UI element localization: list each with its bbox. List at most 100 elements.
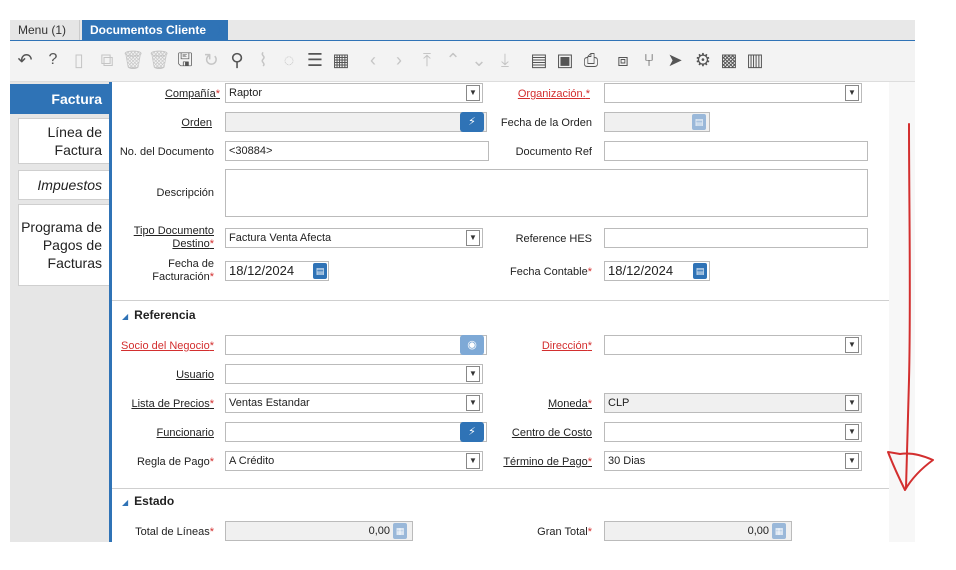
bpartner-info-icon[interactable]: ◉ (460, 335, 484, 355)
compania-field[interactable]: Raptor (225, 83, 483, 103)
tab-documentos-cliente[interactable]: Documentos Cliente ╳ (82, 20, 228, 40)
delete-selection-icon[interactable]: 🗑 (146, 47, 172, 73)
chevron-down-icon[interactable]: ▼ (845, 337, 859, 353)
orden-field[interactable] (225, 112, 487, 132)
regla-pago-field[interactable]: A Crédito (225, 451, 483, 471)
section-divider (112, 488, 889, 489)
next-record-icon[interactable]: › (386, 47, 412, 73)
calendar-icon[interactable]: ▦ (328, 47, 354, 73)
fecha-contable-label: Fecha Contable* (510, 266, 592, 278)
termino-pago-label: Término de Pago* (503, 456, 592, 468)
chevron-down-icon[interactable]: ▼ (466, 366, 480, 382)
tab-factura[interactable]: Factura (10, 84, 110, 114)
descripcion-field[interactable] (225, 169, 868, 217)
tab-linea-factura[interactable]: Línea de Factura (18, 118, 110, 164)
chevron-down-icon[interactable]: ▼ (466, 230, 480, 246)
lista-precios-label: Lista de Precios* (131, 398, 214, 410)
previous-record-icon[interactable]: ‹ (360, 47, 386, 73)
first-record-icon[interactable]: ⤒ (414, 47, 440, 73)
calculator-icon[interactable]: ▦ (772, 523, 786, 539)
print-icon[interactable]: ⎙ (578, 47, 604, 73)
tipo-documento-label: Tipo Documento Destino* (133, 225, 214, 250)
no-documento-label: No. del Documento (119, 146, 214, 158)
undo-icon[interactable]: ↶ (12, 47, 38, 73)
delete-icon[interactable]: 🗑 (120, 47, 146, 73)
fecha-facturacion-label: Fecha de Facturación* (152, 258, 214, 283)
attachment-icon[interactable]: ⌇ (250, 47, 276, 73)
refresh-icon[interactable]: ↻ (198, 47, 224, 73)
termino-pago-field[interactable]: 30 Dias (604, 451, 862, 471)
search-icon[interactable]: ⚲ (224, 47, 250, 73)
chevron-down-icon[interactable]: ▼ (466, 85, 480, 101)
total-lineas-label: Total de Líneas* (135, 526, 214, 538)
chevron-down-icon[interactable]: ▼ (845, 395, 859, 411)
usuario-field[interactable] (225, 364, 483, 384)
no-documento-field[interactable]: <30884> (225, 141, 489, 161)
zoom-across-icon[interactable]: ⧈ (610, 47, 636, 73)
process-icon[interactable]: ⚙ (690, 47, 716, 73)
last-record-icon[interactable]: ⤓ (492, 47, 518, 73)
chevron-down-icon[interactable]: ▼ (845, 453, 859, 469)
lista-precios-field[interactable]: Ventas Estandar (225, 393, 483, 413)
centro-costo-label: Centro de Costo (511, 427, 592, 439)
calendar-icon[interactable]: ▤ (693, 263, 707, 279)
orden-label: Orden (181, 117, 212, 129)
moneda-field[interactable]: CLP (604, 393, 862, 413)
calendar-icon[interactable]: ▤ (692, 114, 706, 130)
moneda-label: Moneda* (547, 398, 592, 410)
direccion-label: Dirección* (541, 340, 592, 352)
calculator-icon[interactable]: ▦ (393, 523, 407, 539)
chevron-down-icon[interactable]: ▼ (845, 424, 859, 440)
report-icon[interactable]: ▤ (526, 47, 552, 73)
tab-menu[interactable]: Menu (1) (10, 20, 80, 40)
usuario-label: Usuario (176, 369, 214, 381)
reference-hes-field[interactable] (604, 228, 868, 248)
notes-icon[interactable]: ▥ (742, 47, 768, 73)
detail-record-icon[interactable]: ⌄ (466, 47, 492, 73)
grid-toggle-icon[interactable]: ☰ (302, 47, 328, 73)
tab-programa-pagos[interactable]: Programa de Pagos de Facturas (18, 204, 110, 286)
documento-ref-field[interactable] (604, 141, 868, 161)
funcionario-label: Funcionario (156, 427, 214, 439)
tab-title: Documentos Cliente (90, 23, 207, 37)
gran-total-label: Gran Total* (537, 526, 592, 538)
direccion-field[interactable] (604, 335, 862, 355)
socio-label: Socio del Negocio* (121, 340, 214, 352)
parent-record-icon[interactable]: ⌃ (440, 47, 466, 73)
send-icon[interactable]: ➤ (662, 47, 688, 73)
save-icon[interactable]: 🖫 (172, 47, 198, 73)
lookup-icon[interactable]: ⚡ (460, 112, 484, 132)
organizacion-field[interactable] (604, 83, 862, 103)
funcionario-field[interactable] (225, 422, 487, 442)
calendar-icon[interactable]: ▤ (313, 263, 327, 279)
customize-icon[interactable]: ▩ (716, 47, 742, 73)
organizacion-label: Organización.* (517, 88, 590, 100)
close-icon[interactable]: ╳ (217, 20, 224, 40)
copy-icon[interactable]: ⧉ (94, 47, 120, 73)
chevron-down-icon[interactable]: ▼ (845, 85, 859, 101)
chevron-down-icon[interactable]: ▼ (466, 395, 480, 411)
toolbar: ↶ ? ▯ ⧉ 🗑 🗑 🖫 ↻ ⚲ ⌇ ◌ ☰ ▦ ‹ › ⤒ ⌃ ⌄ ⤓ ▤ … (10, 41, 915, 82)
regla-pago-label: Regla de Pago* (136, 456, 214, 468)
section-estado[interactable]: ◢ Estado (122, 494, 174, 508)
help-icon[interactable]: ? (40, 47, 66, 73)
scroll-rail (889, 82, 915, 542)
centro-costo-field[interactable] (604, 422, 862, 442)
section-referencia[interactable]: ◢ Referencia (122, 308, 196, 322)
reference-hes-label: Reference HES (515, 233, 592, 245)
collapse-icon: ◢ (122, 312, 129, 321)
archive-icon[interactable]: ▣ (552, 47, 578, 73)
lookup-icon[interactable]: ⚡ (460, 422, 484, 442)
socio-field[interactable] (225, 335, 487, 355)
collapse-icon: ◢ (122, 498, 129, 507)
tipo-documento-field[interactable]: Factura Venta Afecta (225, 228, 483, 248)
workflow-icon[interactable]: ⑂ (636, 47, 662, 73)
detail-tab-panel: Factura Línea de Factura Impuestos Progr… (10, 82, 110, 542)
chat-icon[interactable]: ◌ (276, 47, 302, 73)
total-lineas-field[interactable]: 0,00 (225, 521, 413, 541)
new-record-icon[interactable]: ▯ (66, 47, 92, 73)
chevron-down-icon[interactable]: ▼ (466, 453, 480, 469)
tab-impuestos[interactable]: Impuestos (18, 170, 110, 200)
gran-total-field[interactable]: 0,00 (604, 521, 792, 541)
window-tab-bar: Menu (1) Documentos Cliente ╳ (10, 20, 915, 41)
